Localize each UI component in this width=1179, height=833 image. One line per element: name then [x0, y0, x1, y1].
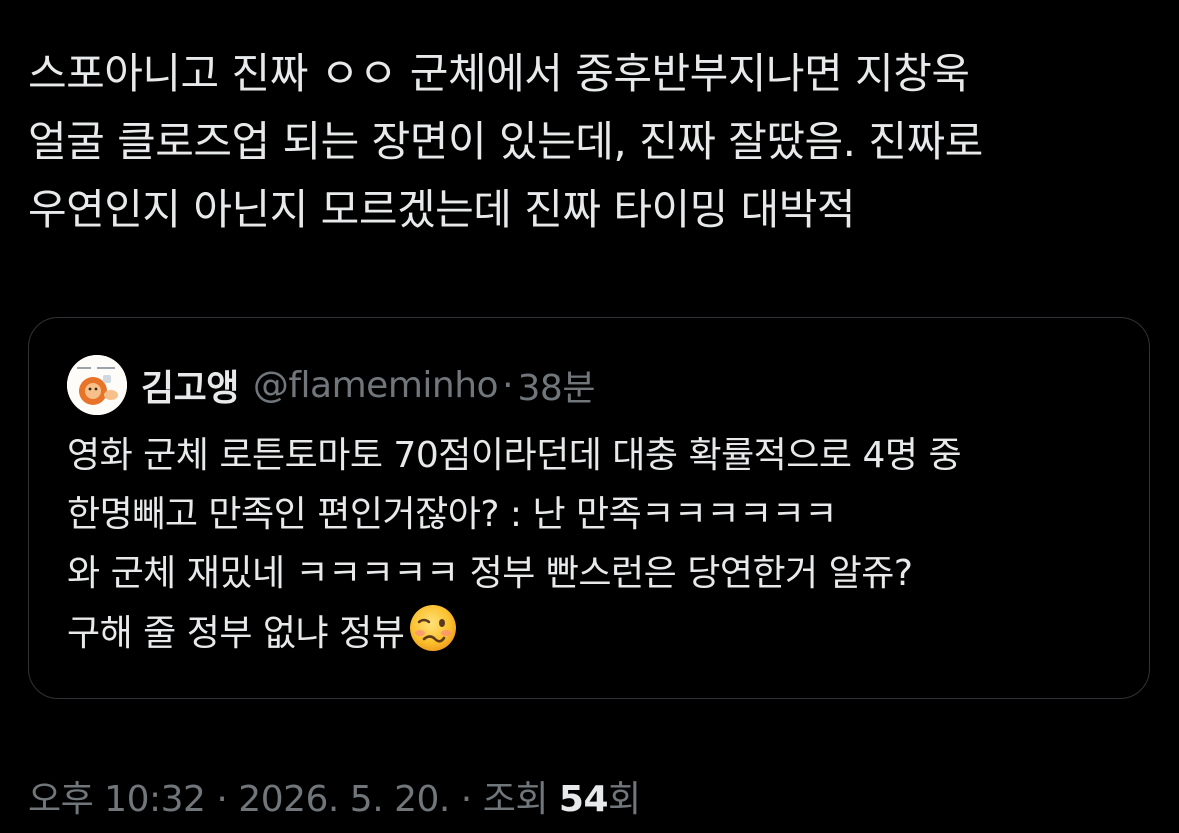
tweet-meta: 오후 10:32 · 2026. 5. 20. · 조회 54회	[28, 770, 641, 822]
separator-dot: ·	[502, 364, 514, 406]
separator-dot: ·	[460, 779, 472, 820]
quote-line-last: 구해 줄 정부 없냐 정뷰	[67, 603, 1127, 663]
views-suffix: 회	[608, 779, 641, 820]
quoted-tweet-header: 김고앵 @flameminho · 38분	[67, 354, 595, 416]
post-date[interactable]: 2026. 5. 20.	[238, 779, 450, 820]
post-time-ago[interactable]: 38분	[518, 359, 596, 411]
tweet-line: 얼굴 클로즈업 되는 장면이 있는데, 진짜 잘땄음. 진짜로	[28, 117, 983, 166]
tweet-line: 우연인지 아닌지 모르겠는데 진짜 타이밍 대박적	[28, 185, 856, 234]
woozy-face-emoji-icon	[410, 605, 457, 651]
separator-dot: ·	[216, 779, 228, 820]
user-handle[interactable]: @flameminho	[253, 365, 499, 406]
avatar[interactable]	[67, 355, 127, 415]
display-name[interactable]: 김고앵	[141, 359, 239, 411]
post-time[interactable]: 오후 10:32	[28, 779, 206, 820]
quote-line: 영화 군체 로튼토마토 70점이라던데 대충 확률적으로 4명 중	[67, 435, 962, 476]
quote-line: 한명빼고 만족인 편인거잖아? : 난 만족ㅋㅋㅋㅋㅋㅋ	[67, 494, 837, 535]
quote-line: 와 군체 재밌네 ㅋㅋㅋㅋㅋ 정부 빤스런은 당연한거 알쥬?	[67, 553, 913, 594]
tweet-line: 스포아니고 진짜 ㅇㅇ 군체에서 중후반부지나면 지창욱	[28, 49, 970, 98]
views-count: 54	[558, 779, 609, 820]
tweet-body: 스포아니고 진짜 ㅇㅇ 군체에서 중후반부지나면 지창욱 얼굴 클로즈업 되는 …	[28, 40, 1148, 244]
views-label: 조회	[482, 779, 549, 820]
lion-avatar-icon	[67, 355, 127, 415]
quoted-tweet-body: 영화 군체 로튼토마토 70점이라던데 대충 확률적으로 4명 중 한명빼고 만…	[67, 426, 1127, 663]
quoted-tweet-card[interactable]: 김고앵 @flameminho · 38분 영화 군체 로튼토마토 70점이라던…	[28, 317, 1150, 699]
quote-line: 구해 줄 정부 없냐 정뷰	[67, 613, 405, 654]
